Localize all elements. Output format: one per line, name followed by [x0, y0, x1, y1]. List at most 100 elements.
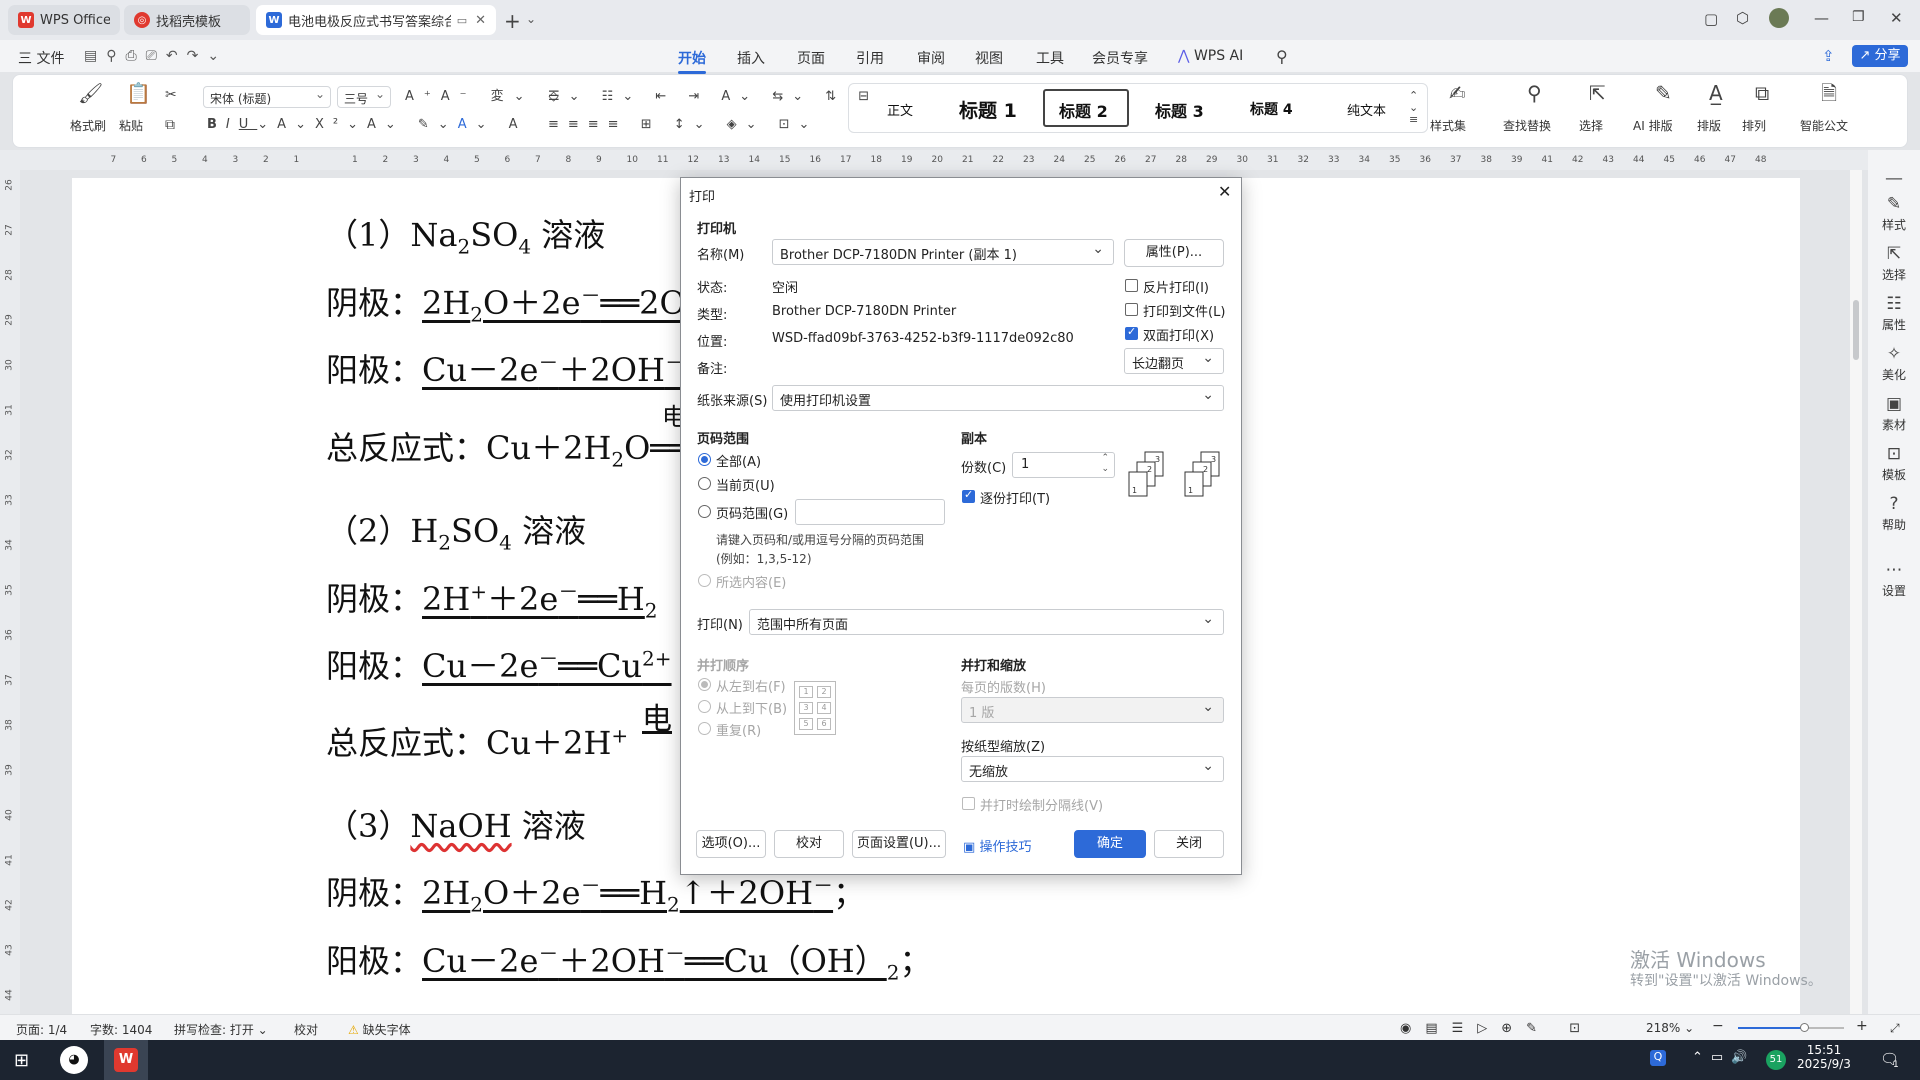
clock[interactable]: 15:51 2025/9/3: [1792, 1043, 1856, 1071]
duplex-mode-select[interactable]: 长边翻页: [1124, 348, 1224, 374]
reverse-print-checkbox[interactable]: [1125, 279, 1138, 292]
draw-lines-checkbox[interactable]: [962, 797, 975, 810]
font-size-adjust-icons[interactable]: A⁺A⁻ 変⌄ ◇: [405, 89, 569, 105]
tab-tools[interactable]: 工具: [1036, 48, 1064, 68]
collate-checkbox[interactable]: [962, 488, 975, 503]
style-heading-4[interactable]: 标题 4: [1250, 99, 1293, 119]
panel-styles[interactable]: ✎ 样式: [1868, 194, 1920, 233]
page-setup-button[interactable]: 页面设置(U)...: [852, 830, 946, 858]
copy-icon[interactable]: ⧉: [165, 117, 175, 133]
spell-check-toggle[interactable]: 拼写检查: 打开 ⌄: [174, 1021, 268, 1038]
zoom-out-icon[interactable]: −: [1712, 1018, 1724, 1034]
tab-docer-templates[interactable]: ◎ 找稻壳模板: [124, 5, 250, 35]
ai-layout-button[interactable]: AI 排版: [1633, 117, 1673, 134]
paste-button[interactable]: 粘贴: [119, 117, 143, 134]
printer-name-select[interactable]: Brother DCP-7180DN Printer (副本 1): [772, 239, 1114, 265]
proof-button[interactable]: 校对: [774, 830, 844, 858]
paper-source-select[interactable]: 使用打印机设置: [772, 385, 1224, 411]
layout-button[interactable]: 排版: [1697, 117, 1721, 134]
spinner-arrows-icon[interactable]: ⌃ ⌄: [1101, 453, 1109, 475]
selection-radio[interactable]: [698, 574, 711, 587]
tips-link[interactable]: ▣ 操作技巧: [963, 836, 1031, 855]
restore-icon[interactable]: ❐: [1852, 9, 1865, 25]
zoom-slider[interactable]: [1738, 1023, 1844, 1032]
top-to-bottom-radio[interactable]: [698, 700, 711, 713]
pages-per-sheet-select[interactable]: 1 版: [961, 697, 1224, 723]
avatar[interactable]: [1769, 8, 1789, 28]
print-to-file-checkbox[interactable]: [1125, 303, 1138, 316]
style-heading-2[interactable]: 标题 2: [1059, 98, 1108, 122]
cube-icon[interactable]: ⬡: [1736, 9, 1749, 27]
vertical-ruler[interactable]: 26 27 28 29 30 31 32 33 34 35 36 37 38 39 40 41 42 43 44: [0, 170, 20, 1020]
all-pages-radio[interactable]: [698, 453, 711, 466]
tab-review[interactable]: 审阅: [917, 48, 945, 68]
vertical-scrollbar[interactable]: [1850, 170, 1862, 1020]
panel-select[interactable]: ⇱ 选择: [1868, 244, 1920, 283]
print-what-select[interactable]: 范围中所有页面: [749, 609, 1224, 635]
view-mode-icons[interactable]: ◉▤☰▷⊕✎ ⊡: [1400, 1021, 1594, 1036]
select-button[interactable]: 选择: [1579, 117, 1603, 134]
tab-page[interactable]: 页面: [797, 48, 825, 68]
format-painter-button[interactable]: 格式刷: [70, 117, 106, 134]
duplex-checkbox[interactable]: [1125, 325, 1138, 340]
tab-member[interactable]: 会员专享: [1092, 48, 1148, 68]
add-tab-button[interactable]: +: [504, 9, 521, 33]
share-button[interactable]: ↗ 分享: [1852, 45, 1908, 67]
find-replace-button[interactable]: 查找替换: [1503, 117, 1551, 134]
copies-spinner[interactable]: 1 ⌃ ⌄: [1012, 452, 1115, 478]
tab-references[interactable]: 引用: [856, 48, 884, 68]
wps-taskbar-button[interactable]: W: [104, 1040, 148, 1080]
options-button[interactable]: 选项(O)...: [696, 830, 766, 858]
font-size-select[interactable]: 三号: [337, 86, 391, 108]
cloud-sync-icon[interactable]: ⇪: [1822, 47, 1835, 65]
ok-button[interactable]: 确定: [1074, 830, 1146, 858]
cut-icon[interactable]: ✂: [165, 87, 177, 103]
panel-help[interactable]: ? 帮助: [1868, 494, 1920, 533]
horizontal-ruler[interactable]: 7 6 5 4 3 2 1 1 2 3 4 5 6 7 8 9 10 11 12 13 14 15 16 17 18 19 20 21…: [0, 150, 1920, 170]
tab-list-chevron-icon[interactable]: ⌄: [526, 12, 536, 26]
panel-templates[interactable]: ⊡ 模板: [1868, 444, 1920, 483]
page-count[interactable]: 页面: 1/4: [16, 1021, 67, 1038]
current-page-radio[interactable]: [698, 477, 711, 490]
style-scroll-icon[interactable]: ⌃ ⌄ ≡: [1409, 90, 1418, 126]
page-range-input[interactable]: [795, 499, 945, 525]
close-tab-icon[interactable]: ✕: [475, 13, 486, 28]
alignment-icons[interactable]: ≡≡≡≡ ⊞ ↕⌄ ◈⌄ ⊡⌄: [548, 117, 818, 133]
list-indent-icons[interactable]: ☰⌄ ☷⌄ ⇤ ⇥ A⌄ ⇆⌄ ⇅ ⊟: [548, 89, 878, 105]
scroll-thumb[interactable]: [1853, 300, 1859, 360]
close-window-icon[interactable]: ✕: [1890, 9, 1903, 27]
proofread-button[interactable]: 校对: [294, 1021, 318, 1038]
missing-font-warning[interactable]: ⚠ 缺失字体: [348, 1021, 411, 1038]
tab-document[interactable]: W 电池电极反应式书写答案综合 ▭ ✕: [256, 5, 496, 35]
zoom-slider-thumb[interactable]: [1800, 1023, 1809, 1032]
panel-properties[interactable]: ☷ 属性: [1868, 294, 1920, 333]
qq-icon[interactable]: ◕: [60, 1046, 88, 1074]
collapse-panel-icon[interactable]: —: [1868, 168, 1920, 189]
dialog-close-icon[interactable]: ✕: [1218, 182, 1231, 201]
qq-tray-icon[interactable]: Q: [1650, 1050, 1666, 1066]
fullscreen-icon[interactable]: ⤢: [1890, 1021, 1900, 1036]
style-plain-text[interactable]: 纯文本: [1347, 100, 1386, 119]
left-to-right-radio[interactable]: [698, 678, 711, 691]
file-menu[interactable]: 三 文件: [18, 48, 64, 68]
style-normal[interactable]: 正文: [887, 100, 913, 119]
panel-settings[interactable]: ⋯ 设置: [1868, 560, 1920, 599]
style-set-button[interactable]: 样式集: [1430, 117, 1466, 134]
panel-beautify[interactable]: ✧ 美化: [1868, 344, 1920, 383]
windows-start-icon[interactable]: ⊞: [14, 1050, 29, 1071]
tab-insert[interactable]: 插入: [737, 48, 765, 68]
tab-view[interactable]: 视图: [975, 48, 1003, 68]
style-heading-3[interactable]: 标题 3: [1155, 98, 1204, 122]
word-count[interactable]: 字数: 1404: [90, 1021, 152, 1038]
tab-wps-office[interactable]: W WPS Office: [8, 5, 120, 35]
arrange-button[interactable]: 排列: [1742, 117, 1766, 134]
panel-materials[interactable]: ▣ 素材: [1868, 394, 1920, 433]
repeat-radio[interactable]: [698, 722, 711, 735]
style-heading-1[interactable]: 标题 1: [959, 96, 1017, 123]
font-name-select[interactable]: 宋体 (标题): [203, 86, 331, 108]
zoom-in-icon[interactable]: +: [1856, 1018, 1868, 1034]
smart-doc-button[interactable]: 智能公文: [1800, 117, 1848, 134]
search-icon[interactable]: ⚲: [1276, 47, 1288, 66]
tab-home[interactable]: 开始: [678, 48, 706, 74]
zoom-level[interactable]: 218% ⌄: [1646, 1021, 1694, 1035]
